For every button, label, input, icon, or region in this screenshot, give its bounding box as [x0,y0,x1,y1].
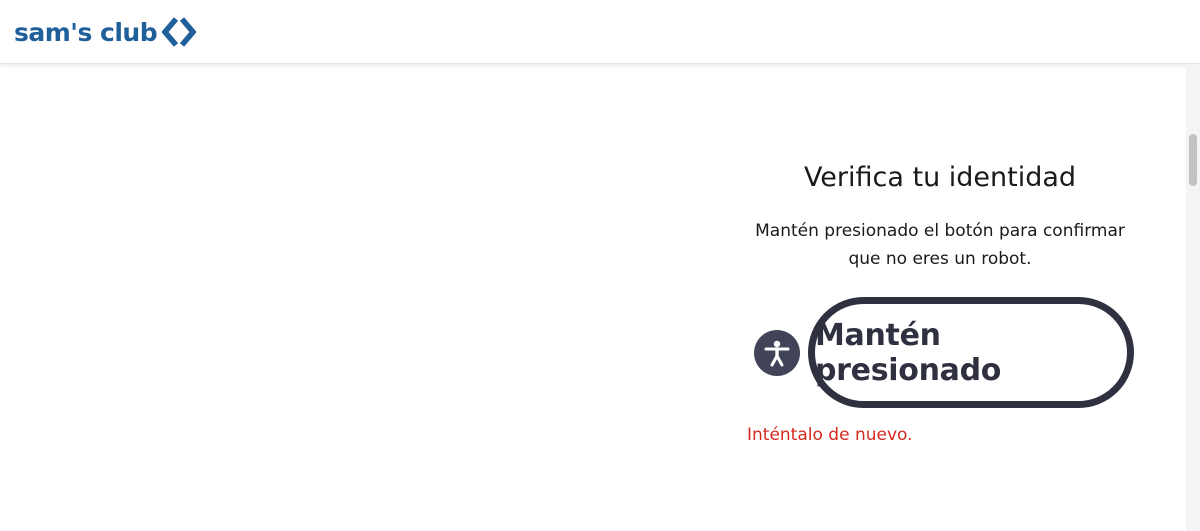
error-message: Inténtalo de nuevo. [747,425,913,445]
site-header: sam's club [0,0,1200,64]
press-and-hold-button[interactable]: Mantén presionado [808,297,1134,408]
verification-title: Verifica tu identidad [803,162,1077,193]
page-scrollbar[interactable] [1186,64,1200,531]
instructions-line-1: Mantén presionado el botón para confirma… [755,221,1125,241]
instructions-line-2: que no eres un robot. [848,249,1032,269]
scrollbar-thumb[interactable] [1189,134,1197,186]
verification-panel: Verifica tu identidad Mantén presionado … [740,150,1140,470]
sams-club-logo[interactable]: sam's club [14,14,197,50]
accessibility-person-icon [764,340,790,367]
sams-club-diamond-logo-icon [162,17,197,47]
accessibility-button[interactable] [754,330,800,376]
verification-instructions: Mantén presionado el botón para confirma… [740,217,1140,273]
logo-text: sam's club [14,17,158,47]
